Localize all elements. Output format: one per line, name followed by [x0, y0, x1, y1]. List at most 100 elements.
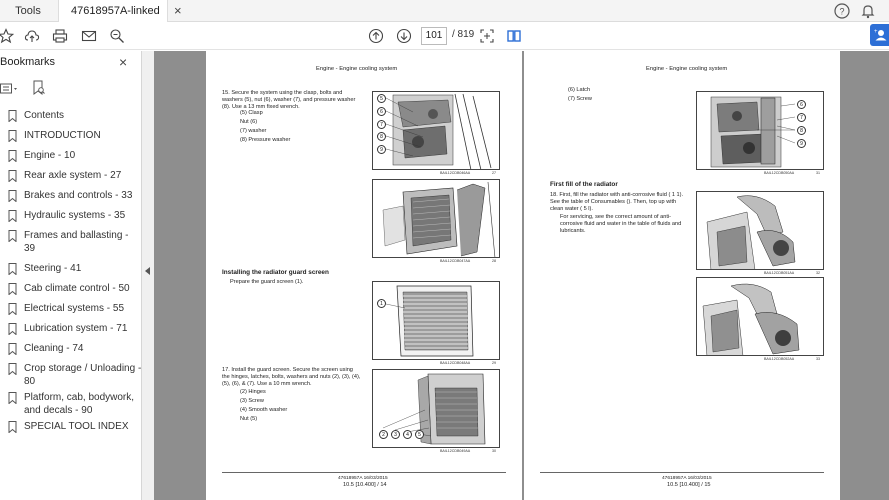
tab-document[interactable]: 47618957A-linked p... [58, 0, 168, 39]
bookmark-icon [8, 303, 17, 315]
callout-marker: 1 [377, 299, 386, 308]
callout-marker: 4 [403, 430, 412, 439]
section-title: First fill of the radiator [550, 181, 618, 188]
svg-text:?: ? [839, 7, 844, 17]
fill-radiator-illustration [706, 195, 796, 269]
figure-engine-clasp: 5 6 7 8 9 [372, 91, 500, 170]
bookmark-item[interactable]: Frames and ballasting - 39 [0, 229, 142, 255]
list-item: (6) Latch [568, 87, 591, 93]
zoom-search-icon[interactable] [107, 26, 127, 46]
panel-splitter[interactable] [142, 51, 154, 500]
bookmark-item[interactable]: Hydraulic systems - 35 [0, 209, 142, 222]
bookmarks-title: Bookmarks [0, 56, 56, 68]
callout-marker: 9 [377, 145, 386, 154]
bookmark-label: Platform, cab, bodywork, and decals - 90 [24, 392, 135, 416]
callout-marker: 6 [377, 107, 386, 116]
callout-marker: 7 [797, 113, 806, 122]
footer-rule [222, 472, 506, 473]
previous-page-icon[interactable] [366, 26, 386, 46]
upload-cloud-icon[interactable] [22, 26, 42, 46]
callout-marker: 2 [379, 430, 388, 439]
bookmark-item[interactable]: Crop storage / Unloading - 80 [0, 362, 142, 388]
list-item: (7) washer [240, 128, 267, 134]
callout-marker: 5 [377, 94, 386, 103]
bookmark-icon [8, 283, 17, 295]
bookmark-label: INTRODUCTION [24, 130, 101, 141]
callout-marker: 6 [797, 100, 806, 109]
next-page-icon[interactable] [394, 26, 414, 46]
figure-fill-radiator [696, 191, 824, 270]
bookmark-item[interactable]: INTRODUCTION [0, 129, 142, 142]
bookmark-icon [8, 363, 17, 375]
bookmark-search-icon[interactable] [32, 80, 46, 101]
bookmark-item[interactable]: Brakes and controls - 33 [0, 189, 142, 202]
tab-tools[interactable]: Tools [0, 0, 56, 22]
figure-number: 27 [492, 171, 496, 175]
list-item: (8) Pressure washer [240, 137, 291, 143]
figure-radiator-latch: 6 7 8 9 [696, 91, 824, 170]
pdf-page-left: Engine - Engine cooling system 15. Secur… [206, 51, 522, 500]
bookmark-label: Cleaning - 74 [24, 343, 84, 354]
bookmark-icon [8, 110, 17, 122]
bookmark-item[interactable]: SPECIAL TOOL INDEX [0, 420, 142, 433]
bookmark-list: Contents INTRODUCTION Engine - 10 Rear a… [0, 109, 142, 433]
close-bookmarks-button[interactable]: × [119, 54, 127, 70]
bookmark-icon [8, 343, 17, 355]
bookmark-label: Brakes and controls - 33 [24, 190, 133, 201]
fit-page-icon[interactable] [477, 26, 497, 46]
document-viewport[interactable]: Engine - Engine cooling system 15. Secur… [154, 51, 889, 500]
bookmark-icon [8, 210, 17, 222]
figure-number: 32 [816, 271, 820, 275]
figure-code: BAIL12CDB047AA [440, 259, 471, 263]
figure-radiator-front [372, 179, 500, 258]
list-item: (5) Clasp [240, 110, 263, 116]
account-button[interactable]: + [870, 24, 889, 46]
bookmark-item[interactable]: Lubrication system - 71 [0, 322, 142, 335]
section-title: Installing the radiator guard screen [222, 269, 329, 276]
page-number-input[interactable]: 101 [421, 27, 447, 45]
footer-page-ref: 10.5 [10.400] / 15 [667, 482, 711, 488]
collapse-panel-arrow-icon[interactable] [145, 267, 150, 275]
two-page-view-icon[interactable] [504, 26, 524, 46]
bell-icon[interactable] [859, 2, 877, 20]
figure-guard-screen: 1 [372, 281, 500, 360]
bookmark-item[interactable]: Platform, cab, bodywork, and decals - 90 [0, 391, 142, 417]
bookmark-icon [8, 170, 17, 182]
main-toolbar: 101 / 819 [0, 22, 889, 50]
radiator-front-illustration [382, 181, 496, 257]
close-tab-button[interactable]: × [174, 4, 182, 18]
figure-code: BAIL12CDB046AA [440, 171, 471, 175]
star-icon[interactable] [0, 26, 16, 46]
mail-icon[interactable] [79, 26, 99, 46]
bookmark-item[interactable]: Steering - 41 [0, 262, 142, 275]
bookmark-item[interactable]: Contents [0, 109, 142, 122]
bookmark-item[interactable]: Electrical systems - 55 [0, 302, 142, 315]
bookmark-item[interactable]: Cleaning - 74 [0, 342, 142, 355]
list-item: (3) Screw [240, 398, 264, 404]
callout-marker: 9 [797, 139, 806, 148]
bookmark-item[interactable]: Cab climate control - 50 [0, 282, 142, 295]
print-icon[interactable] [50, 26, 70, 46]
options-menu-icon[interactable] [0, 82, 20, 101]
bookmark-label: Engine - 10 [24, 150, 76, 161]
bookmark-item[interactable]: Rear axle system - 27 [0, 169, 142, 182]
figure-top-up-water [696, 277, 824, 356]
figure-code: BAIL12CDB048AA [440, 361, 471, 365]
figure-code: BAIL12CDB050AA [764, 171, 795, 175]
bookmark-label: Hydraulic systems - 35 [24, 210, 126, 221]
footer-doc-id: 47618957A 16/03/2015 [662, 476, 712, 481]
figure-guard-installed: 2 3 4 5 [372, 369, 500, 448]
bookmarks-panel: Bookmarks × Contents INTRODUCTION Engine… [0, 51, 142, 500]
list-item: (2) Hinges [240, 389, 266, 395]
bookmark-icon [8, 230, 17, 242]
callout-marker: 7 [377, 120, 386, 129]
page-total-label: / 819 [452, 29, 475, 40]
bookmark-icon [8, 190, 17, 202]
top-up-water-illustration [702, 283, 800, 355]
bookmark-item[interactable]: Engine - 10 [0, 149, 142, 162]
help-icon[interactable]: ? [833, 2, 851, 20]
bookmarks-toolbar [0, 79, 142, 101]
footer-page-ref: 10.5 [10.400] / 14 [343, 482, 387, 488]
bookmark-icon [8, 150, 17, 162]
tab-bar: Tools 47618957A-linked p... × ? [0, 0, 889, 39]
